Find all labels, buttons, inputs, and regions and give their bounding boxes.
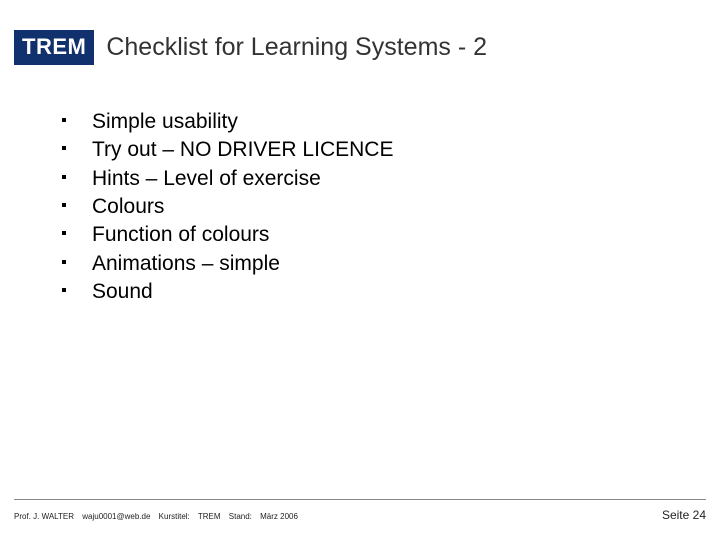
- list-item-text: Colours: [92, 195, 164, 218]
- list-item: Colours: [62, 193, 680, 221]
- footer: Prof. J. WALTER waju0001@web.de Kurstite…: [14, 508, 706, 522]
- list-item: Function of colours: [62, 221, 680, 249]
- page-number: 24: [693, 508, 706, 522]
- bullet-icon: [62, 118, 66, 122]
- page-label: Seite: [662, 508, 689, 522]
- footer-author: Prof. J. WALTER: [14, 512, 74, 521]
- footer-stand-label: Stand:: [229, 512, 252, 521]
- bullet-icon: [62, 203, 66, 207]
- bullet-icon: [62, 175, 66, 179]
- footer-left: Prof. J. WALTER waju0001@web.de Kurstite…: [14, 512, 304, 521]
- footer-stand: März 2006: [260, 512, 298, 521]
- footer-divider: [14, 499, 706, 500]
- list-item-text: Try out – NO DRIVER LICENCE: [92, 138, 393, 161]
- slide-title: Checklist for Learning Systems - 2: [106, 33, 487, 62]
- bullet-icon: [62, 260, 66, 264]
- footer-course: TREM: [198, 512, 221, 521]
- list-item: Animations – simple: [62, 250, 680, 278]
- list-item-text: Function of colours: [92, 223, 269, 246]
- slide: TREM Checklist for Learning Systems - 2 …: [0, 0, 720, 540]
- footer-course-label: Kurstitel:: [159, 512, 190, 521]
- list-item: Hints – Level of exercise: [62, 165, 680, 193]
- list-item-text: Simple usability: [92, 110, 238, 133]
- list-item: Try out – NO DRIVER LICENCE: [62, 136, 680, 164]
- list-item: Sound: [62, 278, 680, 306]
- bullet-icon: [62, 231, 66, 235]
- list-item-text: Animations – simple: [92, 252, 280, 275]
- list-item: Simple usability: [62, 108, 680, 136]
- brand-badge: TREM: [14, 30, 94, 65]
- list-item-text: Sound: [92, 280, 153, 303]
- list-item-text: Hints – Level of exercise: [92, 167, 321, 190]
- footer-page: Seite 24: [662, 508, 706, 522]
- header: TREM Checklist for Learning Systems - 2: [14, 30, 700, 65]
- bullet-icon: [62, 288, 66, 292]
- footer-email: waju0001@web.de: [82, 512, 150, 521]
- bullet-icon: [62, 146, 66, 150]
- content-area: Simple usability Try out – NO DRIVER LIC…: [62, 108, 680, 306]
- checklist: Simple usability Try out – NO DRIVER LIC…: [62, 108, 680, 306]
